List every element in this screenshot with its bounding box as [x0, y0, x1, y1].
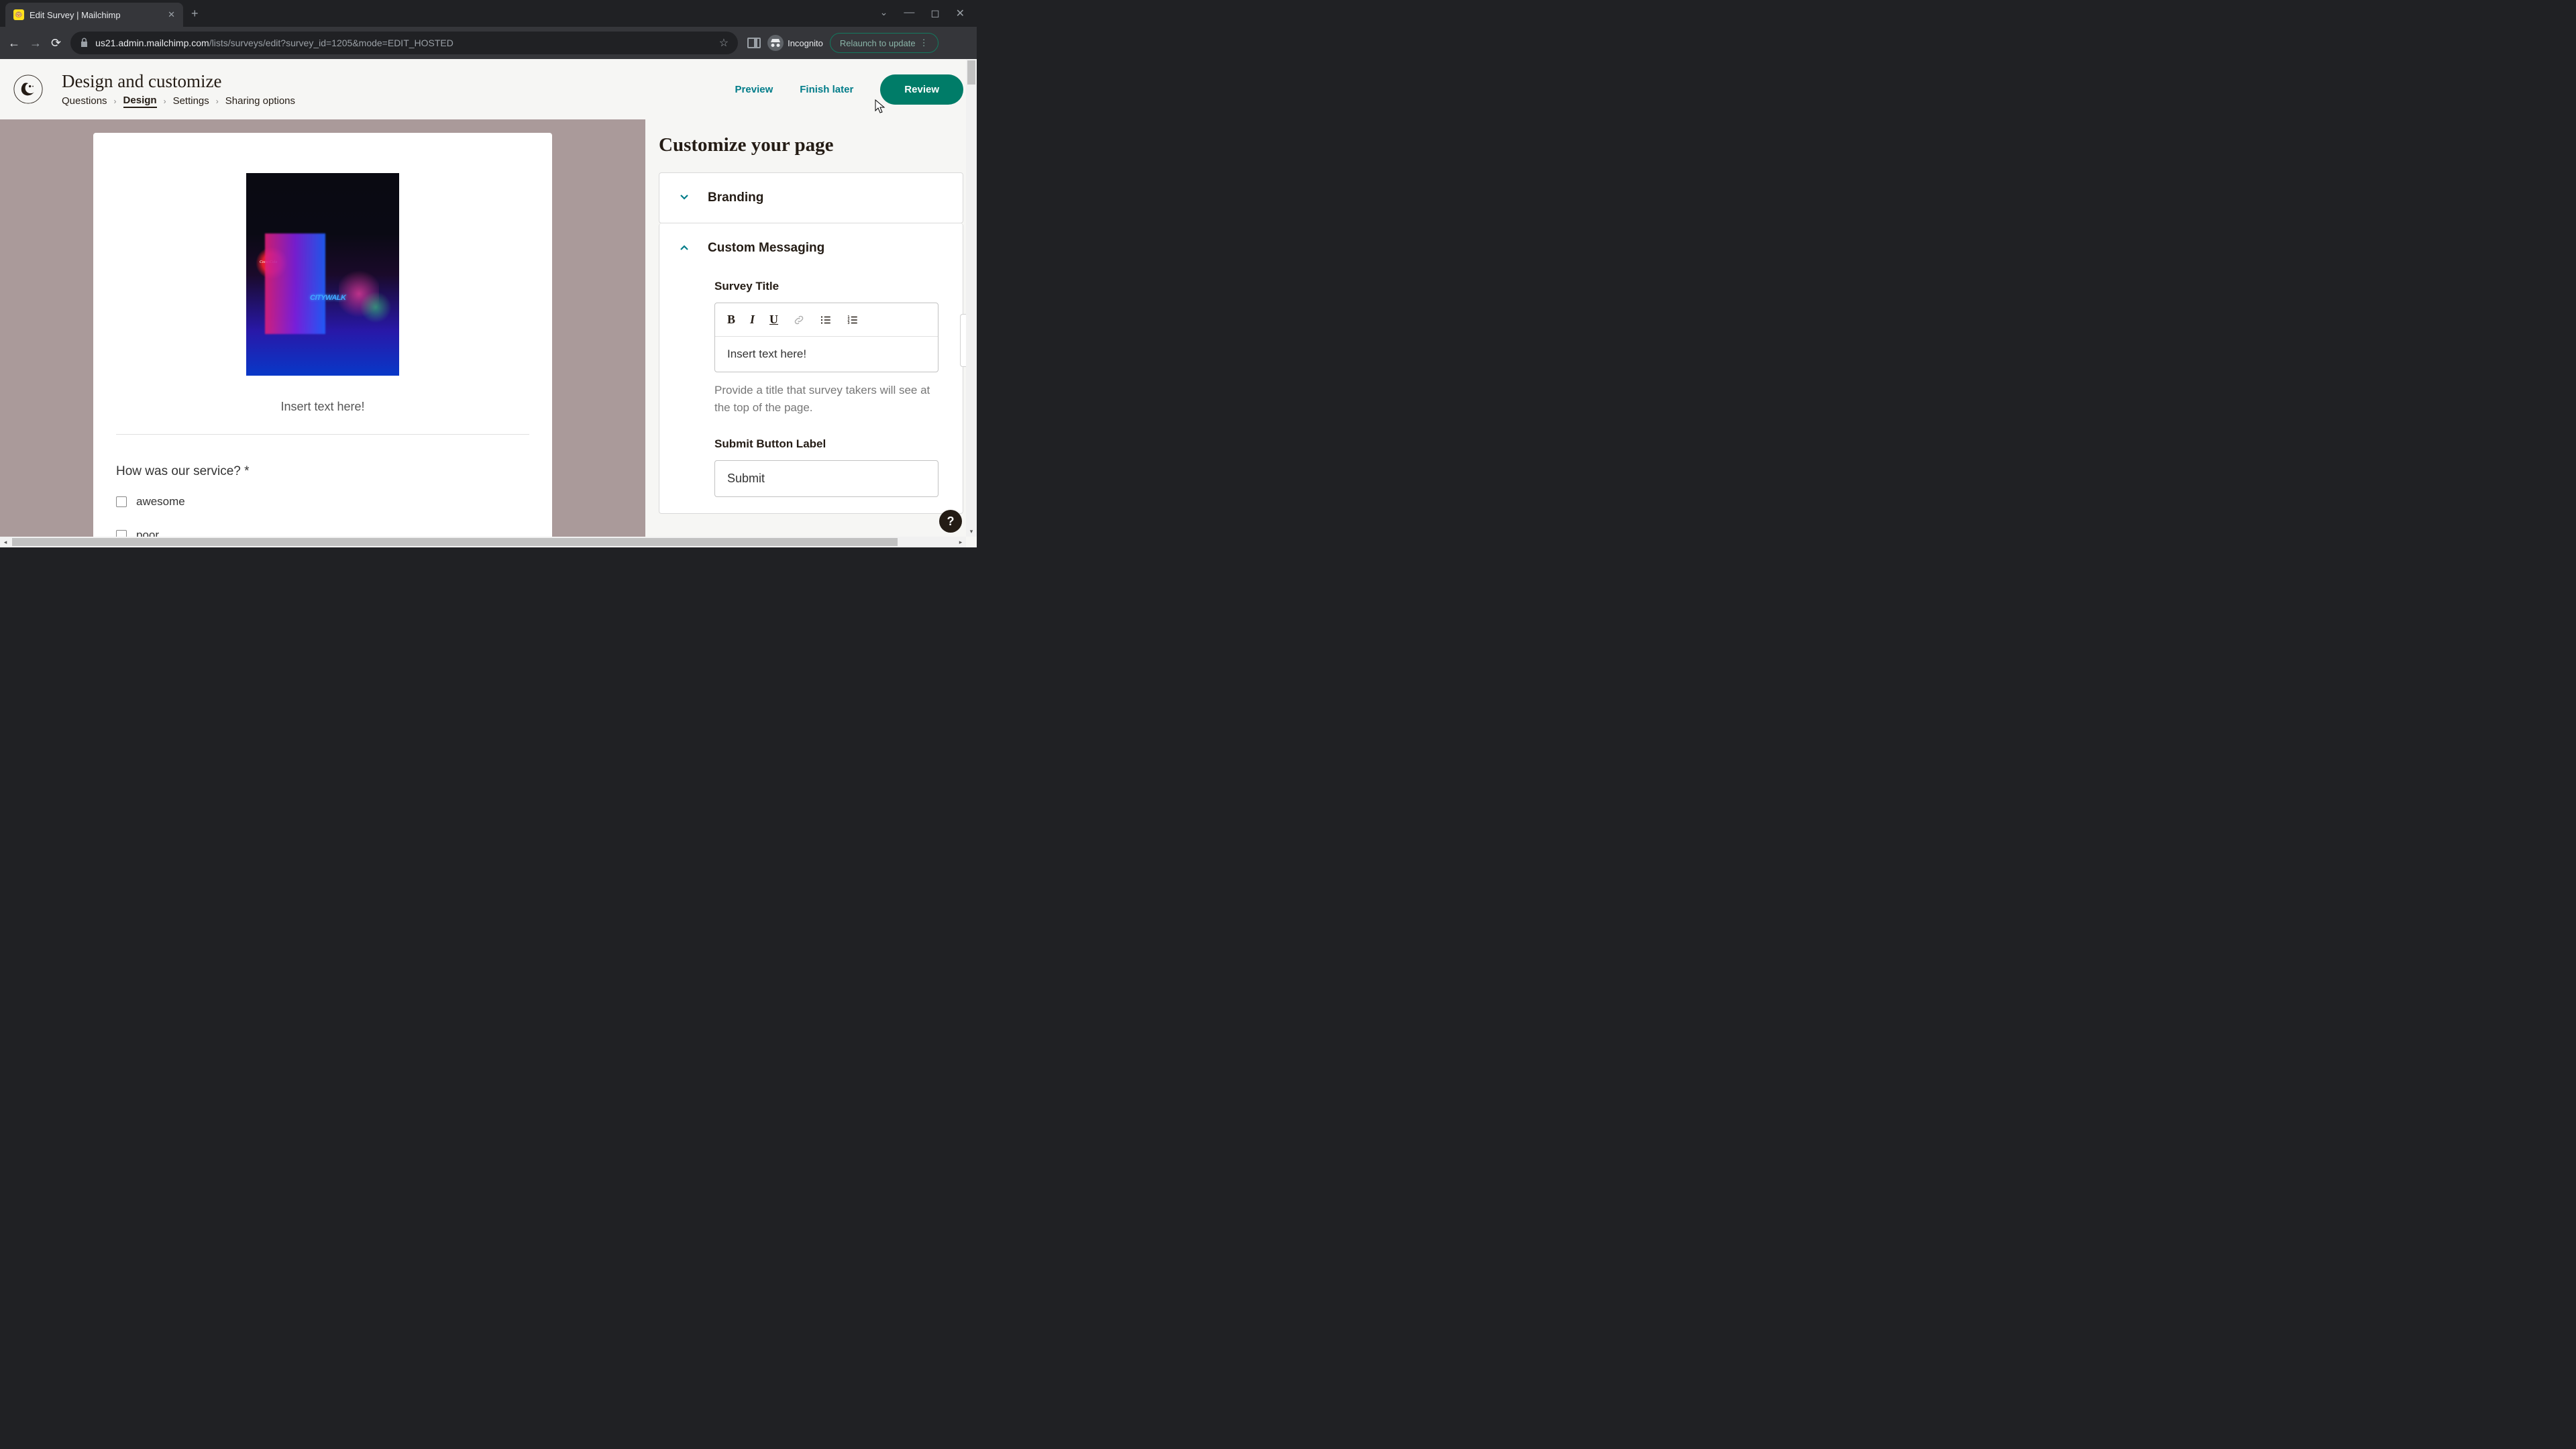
close-tab-icon[interactable]: ✕	[168, 9, 175, 20]
option-label: awesome	[136, 495, 185, 508]
incognito-label: Incognito	[788, 38, 823, 48]
minimize-icon[interactable]: ―	[904, 7, 914, 20]
close-window-icon[interactable]: ✕	[956, 7, 965, 20]
page-title: Design and customize	[62, 71, 735, 92]
back-button[interactable]: ←	[8, 36, 20, 50]
bullet-list-button[interactable]	[820, 314, 832, 326]
header-actions: Preview Finish later Review	[735, 74, 963, 105]
incognito-icon	[767, 35, 784, 51]
app-body: CITYWALK Insert text here! How was our s…	[0, 119, 977, 547]
relaunch-label: Relaunch to update	[840, 38, 916, 48]
finish-later-button[interactable]: Finish later	[800, 84, 853, 95]
question-block[interactable]: How was our service? * awesome poor	[116, 435, 529, 542]
forward-button[interactable]: →	[30, 36, 42, 50]
chevron-right-icon: ›	[114, 97, 117, 106]
crumb-settings[interactable]: Settings	[173, 95, 209, 107]
underline-button[interactable]: U	[769, 313, 778, 327]
browser-tab[interactable]: 🐵 Edit Survey | Mailchimp ✕	[5, 3, 183, 27]
crumb-questions[interactable]: Questions	[62, 95, 107, 107]
survey-header-image[interactable]: CITYWALK	[246, 173, 399, 376]
crumb-design[interactable]: Design	[123, 95, 157, 108]
app-header: Design and customize Questions › Design …	[0, 59, 977, 119]
app-viewport: Design and customize Questions › Design …	[0, 59, 977, 547]
menu-dots-icon: ⋮	[920, 38, 928, 48]
scroll-left-icon[interactable]: ◂	[0, 537, 11, 547]
address-bar[interactable]: us21.admin.mailchimp.com/lists/surveys/e…	[70, 32, 738, 54]
chevron-up-icon	[680, 243, 689, 254]
section-label: Custom Messaging	[708, 241, 824, 256]
chevron-down-icon	[680, 193, 689, 204]
bold-button[interactable]: B	[727, 313, 735, 327]
survey-title-preview[interactable]: Insert text here!	[116, 400, 529, 435]
field-label-submit-button: Submit Button Label	[714, 437, 938, 451]
submit-button-label-input[interactable]	[714, 460, 938, 497]
vertical-scrollbar[interactable]: ▾	[966, 59, 977, 537]
browser-toolbar: ← → ⟳ us21.admin.mailchimp.com/lists/sur…	[0, 27, 977, 59]
accordion-branding: Branding	[659, 172, 963, 223]
panel-title: Customize your page	[659, 134, 963, 156]
help-button[interactable]: ?	[939, 510, 962, 533]
numbered-list-button[interactable]: 123	[847, 314, 859, 326]
mailchimp-logo-icon[interactable]	[13, 74, 43, 104]
crumb-sharing[interactable]: Sharing options	[225, 95, 295, 107]
accordion-custom-messaging: Custom Messaging Survey Title B I U	[659, 223, 963, 514]
accordion-header-custom-messaging[interactable]: Custom Messaging	[659, 223, 963, 273]
review-button[interactable]: Review	[880, 74, 963, 105]
preview-button[interactable]: Preview	[735, 84, 773, 95]
tab-title: Edit Survey | Mailchimp	[30, 10, 121, 20]
horizontal-scrollbar[interactable]: ◂ ▸	[0, 537, 966, 547]
question-text: How was our service? *	[116, 464, 529, 479]
survey-card[interactable]: CITYWALK Insert text here! How was our s…	[93, 133, 552, 547]
rte-content[interactable]: Insert text here!	[715, 337, 938, 372]
survey-preview-canvas: CITYWALK Insert text here! How was our s…	[0, 119, 645, 547]
side-panel-icon[interactable]	[747, 38, 761, 48]
browser-tab-bar: 🐵 Edit Survey | Mailchimp ✕ + ⌄ ― ◻ ✕	[0, 0, 977, 27]
chevron-right-icon: ›	[216, 97, 219, 106]
italic-button[interactable]: I	[750, 313, 755, 327]
chevron-right-icon: ›	[164, 97, 166, 106]
accordion-body: Survey Title B I U	[659, 273, 963, 513]
favicon-icon: 🐵	[13, 9, 24, 20]
svg-text:3: 3	[848, 321, 850, 325]
breadcrumb: Questions › Design › Settings › Sharing …	[62, 95, 735, 108]
lock-icon	[80, 38, 89, 49]
reload-button[interactable]: ⟳	[51, 36, 61, 50]
rte-toolbar: B I U 123	[715, 303, 938, 337]
customize-panel: Customize your page Branding Custom Mess…	[645, 119, 977, 547]
field-label-survey-title: Survey Title	[714, 280, 938, 293]
bookmark-icon[interactable]: ☆	[719, 36, 729, 50]
window-controls: ⌄ ― ◻ ✕	[880, 7, 977, 20]
incognito-badge[interactable]: Incognito	[767, 35, 823, 51]
rich-text-editor: B I U 123	[714, 303, 938, 372]
section-label: Branding	[708, 191, 763, 205]
scroll-right-icon[interactable]: ▸	[955, 537, 966, 547]
option-row[interactable]: awesome	[116, 495, 529, 508]
relaunch-button[interactable]: Relaunch to update ⋮	[830, 33, 938, 53]
new-tab-button[interactable]: +	[191, 7, 199, 21]
maximize-icon[interactable]: ◻	[930, 7, 939, 20]
link-button[interactable]	[793, 314, 805, 326]
accordion-header-branding[interactable]: Branding	[659, 173, 963, 223]
tab-search-icon[interactable]: ⌄	[880, 7, 888, 20]
scroll-down-icon[interactable]: ▾	[966, 526, 977, 537]
checkbox-icon[interactable]	[116, 496, 127, 507]
scrollbar-thumb[interactable]	[12, 538, 898, 546]
help-text-survey-title: Provide a title that survey takers will …	[714, 382, 938, 416]
url-text: us21.admin.mailchimp.com/lists/surveys/e…	[95, 38, 453, 48]
scrollbar-thumb[interactable]	[967, 60, 975, 85]
